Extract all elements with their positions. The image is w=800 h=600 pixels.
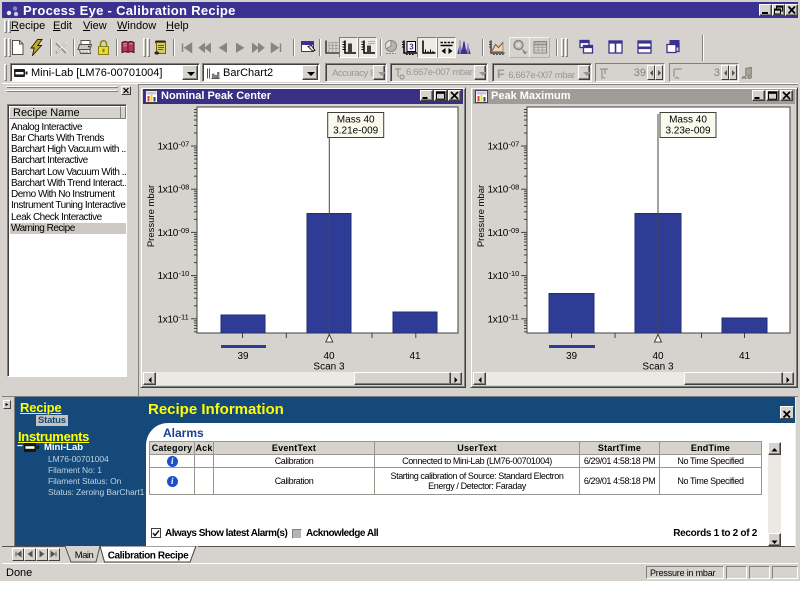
svg-text:39: 39 <box>566 351 578 362</box>
svg-text:-08: -08 <box>509 183 520 192</box>
svg-text:Pressure mbar: Pressure mbar <box>146 185 157 247</box>
svg-text:Scan 3: Scan 3 <box>313 362 345 371</box>
svg-text:-11: -11 <box>179 312 189 321</box>
svg-text:1x10: 1x10 <box>488 185 509 196</box>
svg-text:-10: -10 <box>179 269 190 278</box>
svg-text:3: 3 <box>409 43 414 52</box>
svg-text:1x10: 1x10 <box>488 271 509 282</box>
svg-text:Scan 3: Scan 3 <box>642 362 674 371</box>
svg-text:-11: -11 <box>509 312 519 321</box>
svg-text:1x10: 1x10 <box>488 142 509 153</box>
svg-text:41: 41 <box>739 351 751 362</box>
svg-text:-08: -08 <box>179 183 190 192</box>
svg-text:-10: -10 <box>509 269 520 278</box>
svg-text:3.21e-009: 3.21e-009 <box>333 126 378 137</box>
svg-text:Mass 40: Mass 40 <box>337 115 375 126</box>
svg-text:-07: -07 <box>179 140 190 149</box>
svg-text:40: 40 <box>323 351 335 362</box>
svg-text:3.23e-009: 3.23e-009 <box>665 126 710 137</box>
svg-text:1x10: 1x10 <box>158 314 179 325</box>
svg-text:Calibration Recipe: Calibration Recipe <box>108 551 189 562</box>
svg-text:-07: -07 <box>509 140 520 149</box>
svg-text:1x10: 1x10 <box>158 228 179 239</box>
svg-text:1x10: 1x10 <box>488 228 509 239</box>
svg-text:Pressure mbar: Pressure mbar <box>476 185 487 247</box>
svg-text:-09: -09 <box>179 226 190 235</box>
svg-text:Main: Main <box>75 550 94 561</box>
svg-text:40: 40 <box>652 351 664 362</box>
svg-text:Mass 40: Mass 40 <box>669 115 707 126</box>
svg-text:1x10: 1x10 <box>158 271 179 282</box>
svg-text:1x10: 1x10 <box>158 185 179 196</box>
svg-text:39: 39 <box>237 351 249 362</box>
svg-text:1x10: 1x10 <box>158 142 179 153</box>
svg-text:41: 41 <box>409 351 421 362</box>
svg-text:-09: -09 <box>509 226 520 235</box>
svg-text:1x10: 1x10 <box>488 314 509 325</box>
